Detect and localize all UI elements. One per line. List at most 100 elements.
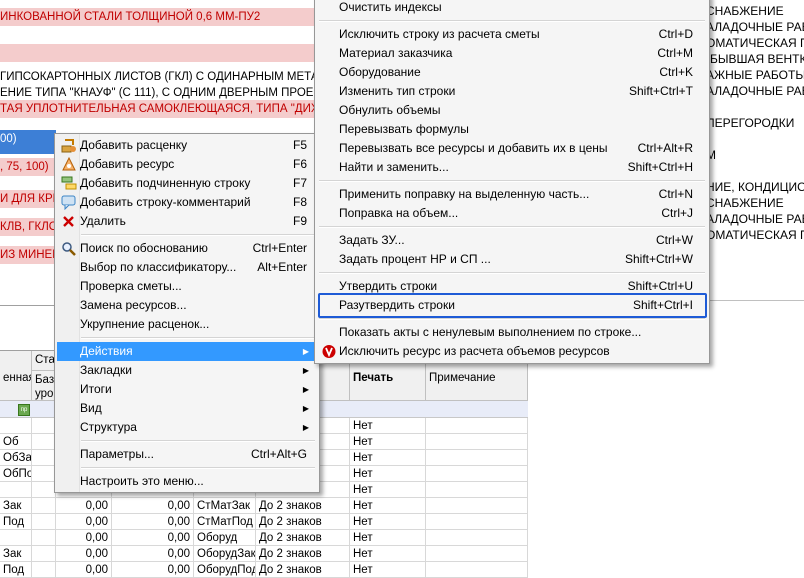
estimate-row[interactable]: ИЗ МИНЕРА: [0, 246, 56, 264]
grid-cell-print[interactable]: Нет: [350, 466, 426, 482]
grid-cell-v1[interactable]: 0,00: [56, 498, 112, 514]
actions-submenu-item[interactable]: Поправка на объем... Ctrl+J: [317, 204, 707, 223]
actions-submenu-item[interactable]: Материал заказчика Ctrl+M: [317, 44, 707, 63]
grid-cell-v1[interactable]: 0,00: [56, 562, 112, 578]
grid-cell[interactable]: [426, 562, 528, 578]
estimate-row[interactable]: КЛВ, ГКЛО,: [0, 218, 56, 236]
grid-cell-print[interactable]: Нет: [350, 514, 426, 530]
context-menu-item[interactable]: Добавить подчиненную строку F7: [57, 174, 317, 193]
context-menu-item[interactable]: Поиск по обоснованию Ctrl+Enter: [57, 239, 317, 258]
actions-submenu-item[interactable]: Перевызвать все ресурсы и добавить их в …: [317, 139, 707, 158]
grid-cell-print[interactable]: Нет: [350, 498, 426, 514]
grid-cell-a[interactable]: Под: [0, 514, 32, 530]
grid-cell-print[interactable]: Нет: [350, 450, 426, 466]
grid-cell-digits[interactable]: До 2 знаков: [256, 498, 350, 514]
grid-cell-print[interactable]: Нет: [350, 530, 426, 546]
context-menu-item[interactable]: Замена ресурсов...: [57, 296, 317, 315]
grid-cell[interactable]: [426, 418, 528, 434]
context-menu-item[interactable]: Итоги ▶: [57, 380, 317, 399]
grid-cell-v1[interactable]: 0,00: [56, 546, 112, 562]
grid-cell-print[interactable]: Нет: [350, 434, 426, 450]
grid-cell-digits[interactable]: До 2 знаков: [256, 514, 350, 530]
grid-cell-print[interactable]: Нет: [350, 562, 426, 578]
grid-cell-print[interactable]: Нет: [350, 418, 426, 434]
grid-cell-a[interactable]: Под: [0, 562, 32, 578]
grid-cell[interactable]: [32, 450, 56, 466]
context-menu-item[interactable]: Закладки ▶: [57, 361, 317, 380]
splitter[interactable]: [706, 300, 804, 301]
grid-cell[interactable]: [32, 546, 56, 562]
grid-cell-a[interactable]: Об: [0, 434, 32, 450]
actions-submenu-item[interactable]: Изменить тип строки Shift+Ctrl+T: [317, 82, 707, 101]
grid-cell-v1[interactable]: 0,00: [56, 530, 112, 546]
actions-submenu-item[interactable]: Исключить ресурс из расчета объемов ресу…: [317, 342, 707, 361]
actions-submenu-item[interactable]: Оборудование Ctrl+K: [317, 63, 707, 82]
splitter[interactable]: [0, 305, 56, 306]
context-menu-item[interactable]: Настроить это меню...: [57, 472, 317, 491]
grid-cell[interactable]: [32, 530, 56, 546]
grid-cell-v2[interactable]: 0,00: [112, 530, 194, 546]
grid-cell-v1[interactable]: 0,00: [56, 514, 112, 530]
actions-submenu-item[interactable]: Обнулить объемы: [317, 101, 707, 120]
grid-cell-v2[interactable]: 0,00: [112, 546, 194, 562]
actions-submenu-item[interactable]: Задать процент НР и СП ... Shift+Ctrl+W: [317, 250, 707, 269]
context-menu-item[interactable]: Добавить расценку F5: [57, 136, 317, 155]
column-header[interactable]: Ста: [32, 351, 56, 371]
grid-cell-v2[interactable]: 0,00: [112, 562, 194, 578]
grid-cell[interactable]: [32, 498, 56, 514]
estimate-row-selected[interactable]: 00): [0, 130, 56, 154]
context-menu-item[interactable]: Добавить ресурс F6: [57, 155, 317, 174]
grid-cell[interactable]: [426, 498, 528, 514]
grid-cell-code[interactable]: ОборудПод: [194, 562, 256, 578]
grid-cell[interactable]: [426, 546, 528, 562]
context-menu-item[interactable]: Проверка сметы...: [57, 277, 317, 296]
estimate-row[interactable]: ТАЯ УПЛОТНИТЕЛЬНАЯ САМОКЛЕЮЩАЯСЯ, ТИПА "…: [0, 100, 316, 118]
grid-cell-print[interactable]: Нет: [350, 482, 426, 498]
actions-submenu-item[interactable]: Очистить индексы: [317, 0, 707, 17]
grid-cell[interactable]: [426, 482, 528, 498]
grid-cell-a[interactable]: Зак: [0, 498, 32, 514]
grid-cell[interactable]: [32, 482, 56, 498]
context-menu-item[interactable]: Добавить строку-комментарий F8: [57, 193, 317, 212]
grid-cell[interactable]: [32, 466, 56, 482]
estimate-row[interactable]: И ДЛЯ КРЕ: [0, 190, 56, 208]
grid-cell-code[interactable]: ОборудЗак: [194, 546, 256, 562]
estimate-row[interactable]: [0, 44, 316, 62]
grid-cell-a[interactable]: ОбПод: [0, 466, 32, 482]
column-header[interactable]: енная: [0, 351, 32, 401]
grid-cell[interactable]: [426, 450, 528, 466]
filter-marker-icon[interactable]: пр: [18, 404, 30, 416]
actions-submenu-item[interactable]: Перевызвать формулы: [317, 120, 707, 139]
actions-submenu-item[interactable]: Исключить строку из расчета сметы Ctrl+D: [317, 25, 707, 44]
actions-submenu-item[interactable]: Найти и заменить... Shift+Ctrl+H: [317, 158, 707, 177]
context-menu-item[interactable]: Удалить F9: [57, 212, 317, 231]
grid-cell[interactable]: [32, 562, 56, 578]
grid-cell-a[interactable]: ОбЗак: [0, 450, 32, 466]
actions-submenu-item[interactable]: Задать ЗУ... Ctrl+W: [317, 231, 707, 250]
context-menu-item[interactable]: Вид ▶: [57, 399, 317, 418]
grid-cell[interactable]: [426, 466, 528, 482]
grid-cell[interactable]: [32, 514, 56, 530]
grid-cell-code[interactable]: СтМатПод: [194, 514, 256, 530]
grid-cell[interactable]: [32, 418, 56, 434]
grid-cell-v2[interactable]: 0,00: [112, 514, 194, 530]
grid-cell-print[interactable]: Нет: [350, 546, 426, 562]
actions-submenu-item[interactable]: Применить поправку на выделенную часть..…: [317, 185, 707, 204]
context-menu-item[interactable]: Выбор по классификатору... Alt+Enter: [57, 258, 317, 277]
estimate-row[interactable]: , 75, 100): [0, 158, 56, 176]
grid-cell-v2[interactable]: 0,00: [112, 498, 194, 514]
grid-cell-digits[interactable]: До 2 знаков: [256, 562, 350, 578]
grid-cell-a[interactable]: [0, 418, 32, 434]
context-menu-item[interactable]: Параметры... Ctrl+Alt+G: [57, 445, 317, 464]
context-menu-item[interactable]: Укрупнение расценок...: [57, 315, 317, 334]
grid-cell[interactable]: [426, 530, 528, 546]
grid-cell-a[interactable]: [0, 482, 32, 498]
column-header[interactable]: Баз урове: [32, 371, 56, 401]
estimate-row[interactable]: ИНКОВАННОЙ СТАЛИ ТОЛЩИНОЙ 0,6 ММ-ПУ2: [0, 8, 316, 26]
grid-cell[interactable]: [32, 434, 56, 450]
grid-cell-digits[interactable]: До 2 знаков: [256, 546, 350, 562]
grid-cell-digits[interactable]: До 2 знаков: [256, 530, 350, 546]
grid-cell-a[interactable]: Зак: [0, 546, 32, 562]
grid-cell[interactable]: [426, 434, 528, 450]
grid-cell-code[interactable]: Оборуд: [194, 530, 256, 546]
